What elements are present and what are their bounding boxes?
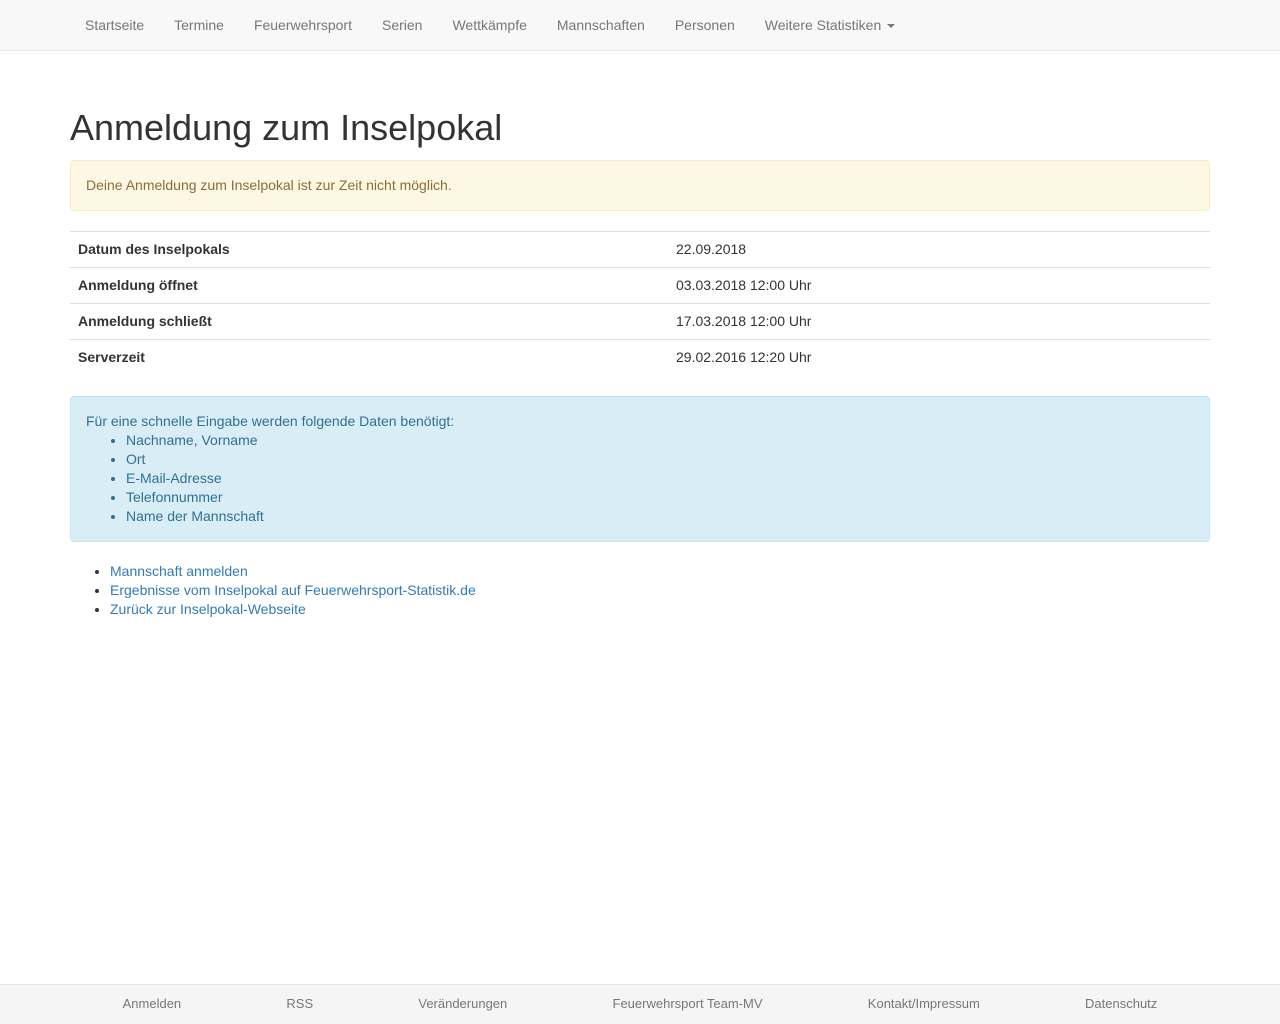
footer-link-team-mv[interactable]: Feuerwehrsport Team-MV bbox=[613, 985, 763, 1023]
nav-item-termine: Termine bbox=[159, 0, 239, 50]
top-navbar: Startseite Termine Feuerwehrsport Serien… bbox=[0, 0, 1280, 51]
row-label: Anmeldung schließt bbox=[70, 303, 668, 340]
nav-menu: Startseite Termine Feuerwehrsport Serien… bbox=[70, 0, 910, 50]
table-row: Anmeldung öffnet 03.03.2018 12:00 Uhr bbox=[70, 267, 1210, 304]
nav-dropdown-weitere-statistiken[interactable]: Weitere Statistiken bbox=[750, 0, 910, 50]
nav-item-weitere-statistiken: Weitere Statistiken bbox=[750, 0, 910, 50]
nav-link-personen[interactable]: Personen bbox=[660, 0, 750, 50]
nav-link-termine[interactable]: Termine bbox=[159, 0, 239, 50]
row-label: Anmeldung öffnet bbox=[70, 267, 668, 304]
list-item: Zurück zur Inselpokal-Webseite bbox=[110, 600, 1210, 619]
footer-link-datenschutz[interactable]: Datenschutz bbox=[1085, 985, 1157, 1023]
nav-link-wettkaempfe[interactable]: Wettkämpfe bbox=[437, 0, 541, 50]
action-links: Mannschaft anmelden Ergebnisse vom Insel… bbox=[70, 562, 1210, 619]
row-value: 22.09.2018 bbox=[668, 231, 1210, 268]
footer-item: Veränderungen bbox=[418, 985, 507, 1023]
nav-item-personen: Personen bbox=[660, 0, 750, 50]
footer-item: Datenschutz bbox=[1085, 985, 1157, 1023]
main-content: Anmeldung zum Inselpokal Deine Anmeldung… bbox=[70, 51, 1210, 619]
footer-menu: Anmelden RSS Veränderungen Feuerwehrspor… bbox=[70, 985, 1210, 1023]
table-row: Anmeldung schließt 17.03.2018 12:00 Uhr bbox=[70, 303, 1210, 340]
table-row: Datum des Inselpokals 22.09.2018 bbox=[70, 231, 1210, 268]
footer-link-veraenderungen[interactable]: Veränderungen bbox=[418, 985, 507, 1023]
requirements-intro: Für eine schnelle Eingabe werden folgend… bbox=[86, 412, 455, 429]
register-team-link[interactable]: Mannschaft anmelden bbox=[110, 563, 248, 579]
nav-link-feuerwehrsport[interactable]: Feuerwehrsport bbox=[239, 0, 367, 50]
nav-item-wettkaempfe: Wettkämpfe bbox=[437, 0, 541, 50]
nav-item-mannschaften: Mannschaften bbox=[542, 0, 660, 50]
table-row: Serverzeit 29.02.2016 12:20 Uhr bbox=[70, 339, 1210, 376]
warning-alert: Deine Anmeldung zum Inselpokal ist zur Z… bbox=[70, 160, 1210, 211]
list-item: E-Mail-Adresse bbox=[126, 469, 1194, 488]
nav-dropdown-label: Weitere Statistiken bbox=[764, 17, 882, 33]
row-value: 17.03.2018 12:00 Uhr bbox=[668, 303, 1210, 340]
nav-link-serien[interactable]: Serien bbox=[367, 0, 437, 50]
list-item: Nachname, Vorname bbox=[126, 431, 1194, 450]
row-value: 29.02.2016 12:20 Uhr bbox=[668, 339, 1210, 376]
nav-item-startseite: Startseite bbox=[70, 0, 159, 50]
list-item: Mannschaft anmelden bbox=[110, 562, 1210, 581]
footer-link-kontakt[interactable]: Kontakt/Impressum bbox=[868, 985, 980, 1023]
results-link[interactable]: Ergebnisse vom Inselpokal auf Feuerwehrs… bbox=[110, 582, 476, 598]
row-value: 03.03.2018 12:00 Uhr bbox=[668, 267, 1210, 304]
nav-link-startseite[interactable]: Startseite bbox=[70, 0, 159, 50]
footer: Anmelden RSS Veränderungen Feuerwehrspor… bbox=[0, 984, 1280, 1024]
requirements-info-box: Für eine schnelle Eingabe werden folgend… bbox=[70, 395, 1210, 542]
info-table: Datum des Inselpokals 22.09.2018 Anmeldu… bbox=[70, 231, 1210, 376]
footer-link-anmelden[interactable]: Anmelden bbox=[123, 985, 182, 1023]
row-label: Datum des Inselpokals bbox=[70, 231, 668, 268]
row-label: Serverzeit bbox=[70, 339, 668, 376]
nav-item-feuerwehrsport: Feuerwehrsport bbox=[239, 0, 367, 50]
footer-link-rss[interactable]: RSS bbox=[286, 985, 313, 1023]
list-item: Ergebnisse vom Inselpokal auf Feuerwehrs… bbox=[110, 581, 1210, 600]
page-title: Anmeldung zum Inselpokal bbox=[70, 107, 503, 148]
footer-item: RSS bbox=[286, 985, 313, 1023]
nav-link-mannschaften[interactable]: Mannschaften bbox=[542, 0, 660, 50]
list-item: Name der Mannschaft bbox=[126, 507, 1194, 526]
footer-item: Feuerwehrsport Team-MV bbox=[613, 985, 763, 1023]
list-item: Ort bbox=[126, 450, 1194, 469]
caret-down-icon bbox=[887, 24, 896, 29]
footer-item: Kontakt/Impressum bbox=[868, 985, 980, 1023]
list-item: Telefonnummer bbox=[126, 488, 1194, 507]
nav-item-serien: Serien bbox=[367, 0, 437, 50]
back-to-website-link[interactable]: Zurück zur Inselpokal-Webseite bbox=[110, 601, 306, 617]
requirements-list: Nachname, Vorname Ort E-Mail-Adresse Tel… bbox=[86, 431, 1194, 526]
footer-item: Anmelden bbox=[123, 985, 182, 1023]
